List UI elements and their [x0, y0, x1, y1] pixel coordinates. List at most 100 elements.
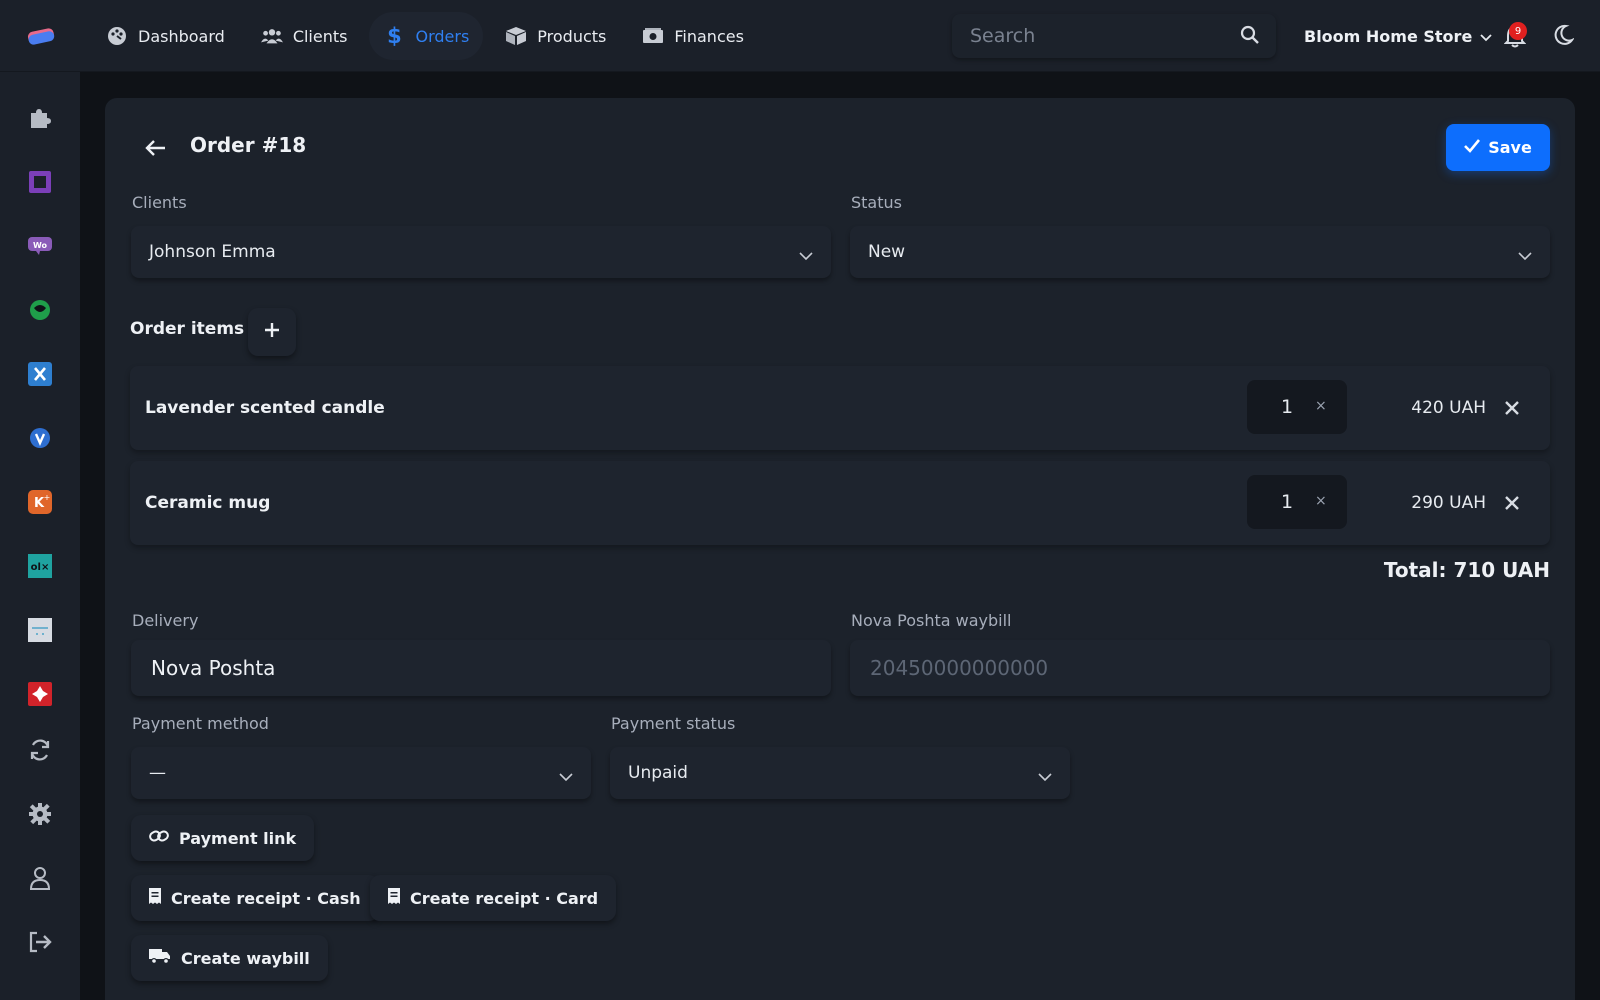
sidebar: Wo K + ol×: [0, 72, 80, 1000]
order-items-title: Order items: [130, 319, 245, 339]
shield-app-icon[interactable]: [26, 424, 54, 452]
chevron-down-icon: [1518, 246, 1532, 266]
status-label: Status: [851, 193, 902, 212]
sync-icon[interactable]: [26, 736, 54, 764]
chevron-down-icon: [1480, 27, 1492, 46]
delivery-field: [131, 640, 831, 696]
create-waybill-button[interactable]: Create waybill: [131, 935, 328, 981]
payment-status-value: Unpaid: [628, 763, 688, 783]
item-price: 290 UAH: [1411, 493, 1486, 513]
store-name: Bloom Home Store: [1304, 26, 1473, 46]
logout-icon[interactable]: [26, 928, 54, 956]
woo-icon[interactable]: Wo: [26, 232, 54, 260]
svg-text:ol×: ol×: [31, 562, 50, 573]
user-icon[interactable]: [26, 864, 54, 892]
remove-item-icon[interactable]: [1504, 495, 1520, 511]
app-logo[interactable]: [26, 26, 56, 46]
create-receipt-cash-button[interactable]: Create receipt · Cash: [131, 875, 379, 921]
svg-text:+: +: [44, 493, 51, 502]
delivery-input[interactable]: [151, 656, 811, 680]
chevron-down-icon: [1038, 767, 1052, 787]
create-waybill-label: Create waybill: [181, 948, 310, 968]
client-value: Johnson Emma: [149, 242, 276, 262]
users-icon: [260, 25, 283, 47]
remove-item-icon[interactable]: [1504, 400, 1520, 416]
waybill-input[interactable]: [870, 656, 1530, 680]
nav-products[interactable]: Products: [491, 12, 620, 60]
payment-link-button[interactable]: Payment link: [131, 815, 315, 861]
order-total: Total: 710 UAH: [1383, 558, 1550, 582]
nav-clients[interactable]: Clients: [247, 12, 362, 60]
puzzle-icon[interactable]: [26, 104, 54, 132]
check-icon: [1464, 138, 1481, 157]
palette-icon: [106, 25, 128, 47]
nav-label: Finances: [674, 26, 744, 46]
add-item-button[interactable]: [248, 308, 296, 356]
search-box: [952, 14, 1276, 58]
receipt-cash-label: Create receipt · Cash: [171, 888, 361, 908]
item-name: Ceramic mug: [145, 493, 271, 513]
order-item-row: Lavender scented candle 1 × 420 UAH: [130, 366, 1550, 450]
item-price: 420 UAH: [1411, 398, 1486, 418]
payment-method-select[interactable]: —: [131, 747, 591, 799]
quantity-input[interactable]: 1 ×: [1247, 475, 1347, 529]
moon-icon[interactable]: [1552, 24, 1575, 50]
payment-method-value: —: [149, 763, 166, 783]
store-selector[interactable]: Bloom Home Store: [1304, 22, 1492, 50]
nav-label: Dashboard: [138, 26, 225, 46]
nav-label: Clients: [292, 26, 348, 46]
order-item-row: Ceramic mug 1 × 290 UAH: [130, 461, 1550, 545]
clients-label: Clients: [132, 193, 187, 212]
status-value: New: [868, 242, 906, 262]
nav-finances[interactable]: Finances: [628, 12, 758, 60]
gear-icon[interactable]: [26, 800, 54, 828]
waybill-field: [850, 640, 1550, 696]
quantity-input[interactable]: 1 ×: [1247, 380, 1347, 434]
nav-label: Orders: [415, 26, 470, 46]
save-label: Save: [1488, 138, 1532, 157]
payment-status-select[interactable]: Unpaid: [610, 747, 1070, 799]
multiply-sign: ×: [1315, 398, 1327, 414]
chevron-down-icon: [559, 767, 573, 787]
status-select[interactable]: New: [850, 226, 1550, 278]
link-icon: [149, 828, 169, 848]
square-app-icon[interactable]: [26, 168, 54, 196]
notification-badge: 9: [1509, 22, 1527, 40]
quantity-value: 1: [1281, 491, 1294, 513]
page-title: Order #18: [190, 133, 307, 157]
green-app-icon[interactable]: [26, 296, 54, 324]
receipt-icon: [388, 888, 400, 908]
receipt-card-label: Create receipt · Card: [410, 888, 599, 908]
multiply-sign: ×: [1315, 493, 1327, 509]
item-name: Lavender scented candle: [145, 398, 385, 418]
main-nav: Dashboard Clients $ Orders Products Fina…: [92, 0, 758, 72]
plus-icon: [264, 322, 280, 342]
delivery-label: Delivery: [132, 611, 199, 630]
waybill-label: Nova Poshta waybill: [851, 611, 1012, 630]
svg-text:Wo: Wo: [33, 241, 48, 250]
top-bar: Dashboard Clients $ Orders Products Fina…: [0, 0, 1600, 72]
x-app-icon[interactable]: [26, 360, 54, 388]
red-app-icon[interactable]: [26, 680, 54, 708]
payment-status-label: Payment status: [611, 714, 736, 733]
back-arrow-icon[interactable]: [145, 137, 167, 159]
save-button[interactable]: Save: [1446, 124, 1550, 171]
money-icon: [642, 25, 664, 47]
image-app-icon[interactable]: [26, 616, 54, 644]
nav-dashboard[interactable]: Dashboard: [92, 12, 239, 60]
client-select[interactable]: Johnson Emma: [131, 226, 831, 278]
quantity-value: 1: [1281, 396, 1294, 418]
search-icon[interactable]: [1240, 25, 1260, 49]
box-icon: [505, 25, 527, 47]
nav-orders[interactable]: $ Orders: [369, 12, 484, 60]
nav-label: Products: [537, 26, 607, 46]
create-receipt-card-button[interactable]: Create receipt · Card: [370, 875, 617, 921]
search-input[interactable]: [970, 25, 1230, 47]
receipt-icon: [149, 888, 161, 908]
k-app-icon[interactable]: K +: [26, 488, 54, 516]
truck-icon: [149, 948, 171, 968]
olx-icon[interactable]: ol×: [26, 552, 54, 580]
dollar-icon: $: [387, 24, 402, 48]
payment-link-label: Payment link: [179, 828, 297, 848]
payment-method-label: Payment method: [132, 714, 269, 733]
